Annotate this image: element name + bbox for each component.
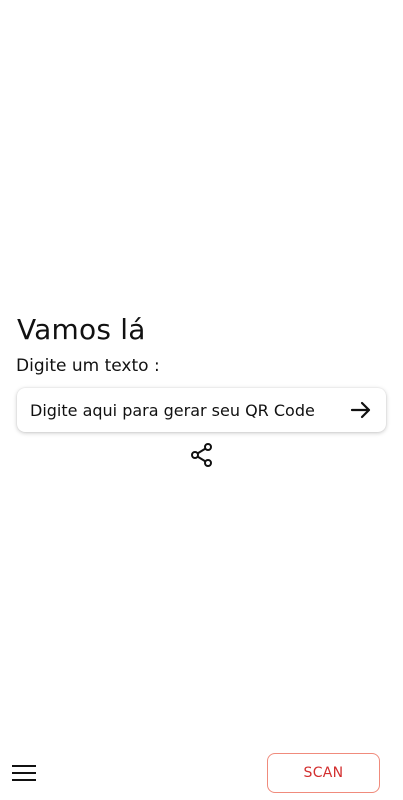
hamburger-menu-icon (12, 765, 36, 781)
submit-button[interactable] (348, 397, 374, 423)
menu-button[interactable] (12, 764, 36, 782)
text-input-card (17, 388, 386, 432)
share-icon (191, 443, 212, 467)
arrow-right-icon (350, 401, 371, 419)
qr-text-input[interactable] (30, 398, 348, 422)
share-button[interactable] (189, 442, 214, 468)
scan-button[interactable]: SCAN (267, 753, 380, 793)
page-title: Vamos lá (17, 313, 146, 346)
input-label: Digite um texto : (16, 356, 160, 376)
